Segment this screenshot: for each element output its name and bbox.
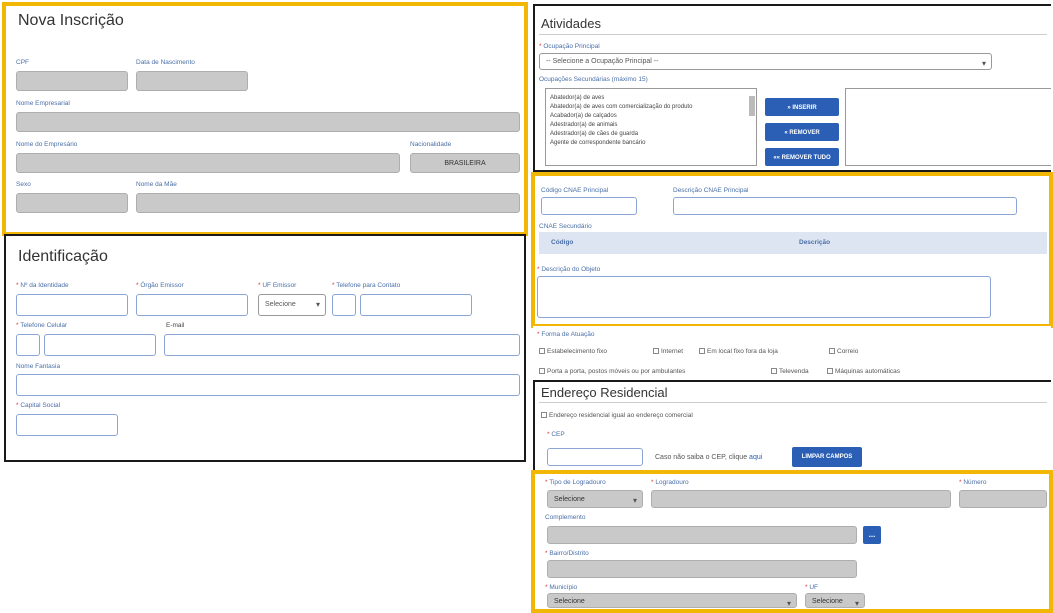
numero-field <box>959 490 1047 508</box>
nome-fantasia-input[interactable] <box>16 374 520 396</box>
atuacao-option-internet[interactable]: Internet <box>653 348 683 355</box>
endereco-igual-checkbox[interactable]: Endereço residencial igual ao endereço c… <box>541 412 693 419</box>
cnae-descricao-input[interactable] <box>673 197 1017 215</box>
nova-inscricao-title: Nova Inscrição <box>18 12 124 29</box>
ocupacao-principal-select[interactable]: -- Selecione a Ocupação Principal -- <box>539 53 992 70</box>
uf-emissor-label: UF Emissor <box>258 282 296 289</box>
cep-label: CEP <box>547 431 564 438</box>
identificacao-panel: Identificação Nº da Identidade Órgão Emi… <box>4 234 526 462</box>
atuacao-option-correio[interactable]: Correio <box>829 348 858 355</box>
nome-empresarial-field <box>16 112 520 132</box>
list-item[interactable]: Acabador(a) de calçados <box>546 112 756 121</box>
nome-mae-field <box>136 193 520 213</box>
list-item[interactable]: Agente de correspondente bancário <box>546 139 756 148</box>
cnae-panel: Código CNAE Principal Descrição CNAE Pri… <box>531 172 1053 328</box>
endereco-panel: Endereço Residencial Endereço residencia… <box>533 380 1051 472</box>
cpf-field <box>16 71 128 91</box>
descricao-objeto-textarea[interactable] <box>537 276 991 318</box>
atividades-divider <box>539 34 1047 35</box>
cnae-descricao-label: Descrição CNAE Principal <box>673 187 749 194</box>
tipo-logradouro-label: Tipo de Logradouro <box>545 479 606 486</box>
list-item[interactable]: Abatedor(a) de aves com comercialização … <box>546 103 756 112</box>
telefone-contato-input[interactable] <box>360 294 472 316</box>
cnae-table-header: Código Descrição <box>539 232 1047 254</box>
remover-tudo-button[interactable]: «« REMOVER TUDO <box>765 148 839 166</box>
complemento-field <box>547 526 857 544</box>
nome-mae-label: Nome da Mãe <box>136 181 177 188</box>
nome-fantasia-label: Nome Fantasia <box>16 363 61 370</box>
sexo-label: Sexo <box>16 181 31 188</box>
identidade-input[interactable] <box>16 294 128 316</box>
uf-label: UF <box>805 584 818 591</box>
orgao-input[interactable] <box>136 294 248 316</box>
uf-emissor-select[interactable]: Selecione <box>258 294 326 316</box>
complemento-label: Complemento <box>545 514 586 521</box>
cnae-secundario-label: CNAE Secundário <box>539 223 592 230</box>
nome-empresario-field <box>16 153 400 173</box>
atividades-panel: Atividades Ocupação Principal -- Selecio… <box>533 4 1051 172</box>
remover-button[interactable]: « REMOVER <box>765 123 839 141</box>
atuacao-label: Forma de Atuação <box>537 331 594 338</box>
atuacao-option-porta-a-porta[interactable]: Porta a porta, postos móveis ou por ambu… <box>539 368 685 375</box>
nacionalidade-field: BRASILEIRA <box>410 153 520 173</box>
municipio-select[interactable]: Selecione <box>547 593 797 608</box>
cep-help-text: Caso não saiba o CEP, clique aqui <box>655 454 763 461</box>
bairro-label: Bairro/Distrito <box>545 550 588 557</box>
atuacao-option-local-fixo[interactable]: Em local fixo fora da loja <box>699 348 778 355</box>
orgao-label: Órgão Emissor <box>136 282 183 289</box>
nacionalidade-label: Nacionalidade <box>410 141 452 148</box>
nome-empresarial-label: Nome Empresarial <box>16 100 70 107</box>
logradouro-field <box>651 490 951 508</box>
list-item[interactable]: Abatedor(a) de aves <box>546 94 756 103</box>
secundarias-label: Ocupações Secundárias (máximo 15) <box>539 76 648 83</box>
list-item[interactable]: Adestrador(a) de animais <box>546 121 756 130</box>
logradouro-label: Logradouro <box>651 479 688 486</box>
capital-social-label: Capital Social <box>16 402 60 409</box>
email-input[interactable] <box>164 334 520 356</box>
telefone-celular-ddd[interactable] <box>16 334 40 356</box>
uf-select[interactable]: Selecione <box>805 593 865 608</box>
nome-empresario-label: Nome do Empresário <box>16 141 78 148</box>
cpf-label: CPF <box>16 59 29 66</box>
atuacao-panel: Forma de Atuação Estabelecimento fixo In… <box>533 326 1051 378</box>
endereco-title: Endereço Residencial <box>541 385 668 400</box>
telefone-contato-ddd[interactable] <box>332 294 356 316</box>
atuacao-option-estabelecimento[interactable]: Estabelecimento fixo <box>539 348 607 355</box>
municipio-label: Município <box>545 584 577 591</box>
nova-inscricao-panel: Nova Inscrição CPF Data de Nascimento No… <box>2 2 528 236</box>
tipo-logradouro-select[interactable]: Selecione <box>547 490 643 508</box>
numero-label: Número <box>959 479 986 486</box>
atuacao-option-maquinas[interactable]: Máquinas automáticas <box>827 368 900 375</box>
selecionadas-list[interactable] <box>845 88 1051 166</box>
cnae-codigo-label: Código CNAE Principal <box>541 187 609 194</box>
secundarias-list[interactable]: Abatedor(a) de aves Abatedor(a) de aves … <box>545 88 757 166</box>
email-label: E-mail <box>166 322 185 329</box>
telefone-celular-label: Telefone Celular <box>16 322 67 329</box>
atividades-title: Atividades <box>541 16 601 31</box>
endereco-divider <box>539 402 1047 403</box>
complemento-button[interactable]: ... <box>863 526 881 544</box>
nascimento-field <box>136 71 248 91</box>
nascimento-label: Data de Nascimento <box>136 59 195 66</box>
cnae-codigo-input[interactable] <box>541 197 637 215</box>
identificacao-title: Identificação <box>18 248 108 265</box>
limpar-campos-button[interactable]: LIMPAR CAMPOS <box>792 447 862 467</box>
cep-input[interactable] <box>547 448 643 466</box>
cep-help-link[interactable]: aqui <box>749 454 762 461</box>
descricao-objeto-label: Descrição do Objeto <box>537 266 600 273</box>
list-scrollbar[interactable] <box>749 96 755 116</box>
capital-social-input[interactable] <box>16 414 118 436</box>
list-item[interactable]: Adestrador(a) de cães de guarda <box>546 130 756 139</box>
ocupacao-principal-label: Ocupação Principal <box>539 43 599 50</box>
identidade-label: Nº da Identidade <box>16 282 68 289</box>
inserir-button[interactable]: » INSERIR <box>765 98 839 116</box>
telefone-contato-label: Telefone para Contato <box>332 282 400 289</box>
col-descricao-header: Descrição <box>799 239 831 246</box>
col-codigo-header: Código <box>551 239 574 246</box>
bairro-field <box>547 560 857 578</box>
telefone-celular-input[interactable] <box>44 334 156 356</box>
sexo-field <box>16 193 128 213</box>
atuacao-option-televenda[interactable]: Televenda <box>771 368 809 375</box>
logradouro-panel: Tipo de Logradouro Selecione Logradouro … <box>531 470 1053 613</box>
